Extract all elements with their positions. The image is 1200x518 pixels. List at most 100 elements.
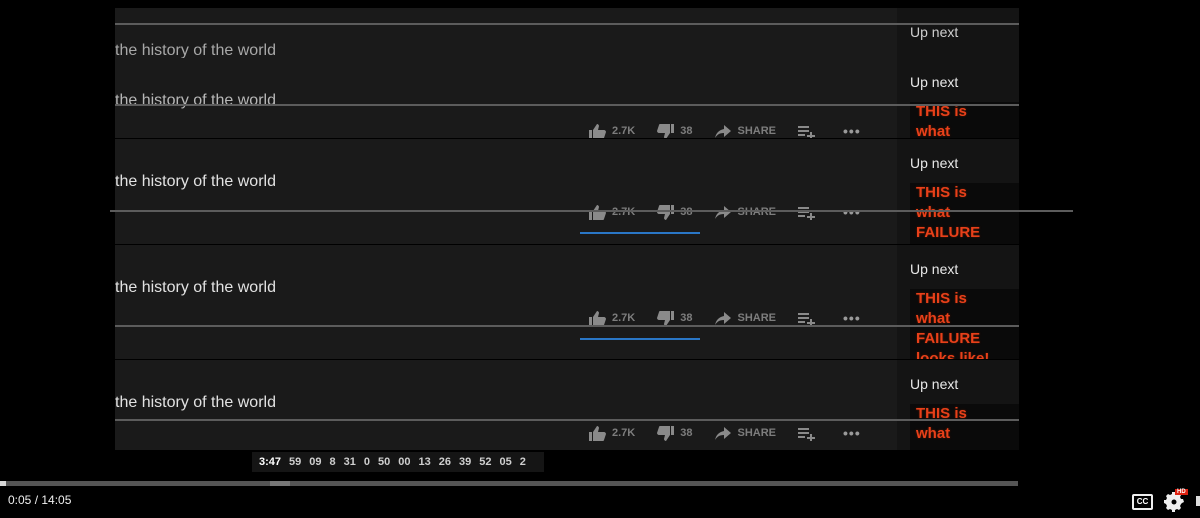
up-next-label: Up next: [910, 74, 959, 90]
up-next-thumbnail[interactable]: THIS is what: [910, 404, 1019, 450]
thumbs-up-icon: [589, 425, 606, 441]
storyboard-tick: 26: [438, 456, 452, 468]
video-stage: the history of the world Up next the his…: [0, 0, 1200, 484]
storyboard-tick: 0: [363, 456, 371, 468]
add-to-playlist-button[interactable]: [798, 205, 821, 220]
up-next-thumbnail[interactable]: THIS is what FAILURE: [910, 183, 1019, 244]
scan-line: [115, 23, 1019, 25]
like-button[interactable]: 2.7K: [589, 310, 636, 326]
like-button[interactable]: 2.7K: [589, 123, 635, 138]
thumbs-down-icon: [657, 204, 675, 220]
dislike-count: 38: [680, 312, 693, 324]
video-actions: 2.7K 38 SHARE •••: [589, 310, 861, 326]
scan-line: [115, 419, 1019, 421]
playlist-add-icon: [798, 312, 816, 326]
storyboard-tick: 50: [378, 456, 391, 468]
more-actions-button[interactable]: •••: [843, 123, 861, 138]
like-button[interactable]: 2.7K: [589, 204, 635, 220]
up-next-thumbnail[interactable]: THIS is what: [910, 102, 1019, 138]
glitch-frame-5: the history of the world 2.7K 38 SHARE •…: [115, 360, 1018, 450]
thumb-line-3: FAILURE: [916, 330, 981, 347]
video-title: the history of the world: [115, 394, 276, 411]
dislike-button[interactable]: 38: [657, 310, 693, 326]
glitch-frame-4: the history of the world 2.7K 38 SHARE •…: [115, 245, 1018, 359]
video-title: the history of the world: [115, 42, 276, 58]
video-actions: 2.7K 38 SHARE •••: [589, 123, 861, 138]
more-actions-button[interactable]: •••: [843, 204, 861, 220]
hd-badge: HD: [1175, 489, 1188, 495]
add-to-playlist-button[interactable]: [798, 311, 821, 326]
dislike-count: 38: [680, 125, 693, 137]
thumb-line-3: FAILURE: [916, 224, 981, 241]
up-next-panel-1: Up next: [897, 8, 1019, 58]
share-label: SHARE: [737, 125, 777, 137]
thumb-line-4: looks like!: [916, 350, 990, 359]
player-controls: 0:05 / 14:05 CC HD: [0, 486, 1200, 518]
storyboard-tick: 00: [398, 456, 411, 468]
thumb-line-1: THIS is: [916, 405, 967, 422]
glitch-frame-1: the history of the world: [115, 8, 1018, 58]
add-to-playlist-button[interactable]: [798, 426, 821, 441]
share-button[interactable]: SHARE: [714, 311, 776, 326]
share-label: SHARE: [737, 427, 777, 439]
scan-line: [115, 104, 1019, 106]
settings-gear-icon[interactable]: [1164, 492, 1184, 512]
storyboard-tick: 59: [289, 456, 302, 468]
dislike-count: 38: [680, 206, 693, 218]
tab-underline: [580, 338, 700, 340]
more-actions-button[interactable]: •••: [843, 425, 861, 441]
tab-underline: [580, 232, 700, 234]
dislike-count: 38: [680, 427, 693, 439]
storyboard-tick: 39: [459, 456, 472, 468]
share-label: SHARE: [737, 206, 777, 218]
glitch-frame-3: the history of the world 2.7K 38 SHARE •…: [115, 139, 1018, 244]
share-button[interactable]: SHARE: [714, 124, 777, 139]
storyboard-time-strip: 3:47 59 09 8 31 0 50 00 13 26 39 52 05 2: [252, 452, 544, 472]
more-actions-button[interactable]: •••: [843, 310, 861, 326]
share-button[interactable]: SHARE: [714, 205, 777, 220]
thumbs-down-icon: [657, 425, 675, 441]
up-next-panel-4: Up next THIS is what FAILURE looks like!: [897, 245, 1019, 359]
captions-button[interactable]: CC: [1132, 494, 1153, 510]
dislike-button[interactable]: 38: [657, 123, 693, 138]
dislike-button[interactable]: 38: [657, 204, 693, 220]
like-count: 2.7K: [612, 312, 636, 324]
scan-line: [110, 210, 1073, 212]
like-button[interactable]: 2.7K: [589, 425, 635, 441]
share-arrow-icon: [714, 311, 731, 325]
up-next-panel-2: Up next THIS is what: [897, 58, 1019, 138]
thumbs-up-icon: [589, 310, 606, 326]
up-next-thumbnail[interactable]: THIS is what FAILURE looks like!: [910, 289, 1019, 359]
dislike-button[interactable]: 38: [657, 425, 693, 441]
thumbs-up-icon: [589, 123, 606, 138]
share-arrow-icon: [714, 205, 731, 219]
playlist-add-icon: [798, 206, 816, 220]
storyboard-tick: 05: [499, 456, 512, 468]
add-to-playlist-button[interactable]: [798, 124, 821, 138]
time-display: 0:05 / 14:05: [8, 493, 72, 507]
up-next-panel-3: Up next THIS is what FAILURE: [897, 139, 1019, 244]
up-next-label: Up next: [910, 261, 959, 277]
up-next-label: Up next: [910, 376, 959, 392]
video-actions: 2.7K 38 SHARE •••: [589, 204, 861, 220]
up-next-label: Up next: [910, 24, 959, 40]
more-dots-icon: •••: [843, 204, 861, 220]
video-actions: 2.7K 38 SHARE •••: [589, 425, 861, 441]
up-next-label: Up next: [910, 155, 959, 171]
share-arrow-icon: [714, 426, 731, 440]
share-arrow-icon: [714, 124, 731, 138]
storyboard-tick: 31: [343, 456, 356, 468]
video-title: the history of the world: [115, 92, 276, 109]
storyboard-tick: 8: [329, 456, 336, 468]
more-dots-icon: •••: [843, 123, 861, 138]
thumbs-down-icon: [657, 310, 675, 326]
fullscreen-button-partial[interactable]: [1196, 496, 1200, 506]
thumb-line-1: THIS is: [916, 290, 967, 307]
thumbs-down-icon: [657, 123, 675, 138]
hover-time: 3:47: [259, 456, 282, 468]
storyboard-tick: 13: [418, 456, 431, 468]
thumb-line-2: what: [916, 425, 951, 442]
more-dots-icon: •••: [843, 310, 861, 326]
share-button[interactable]: SHARE: [714, 426, 777, 441]
storyboard-tick: 2: [519, 456, 526, 468]
